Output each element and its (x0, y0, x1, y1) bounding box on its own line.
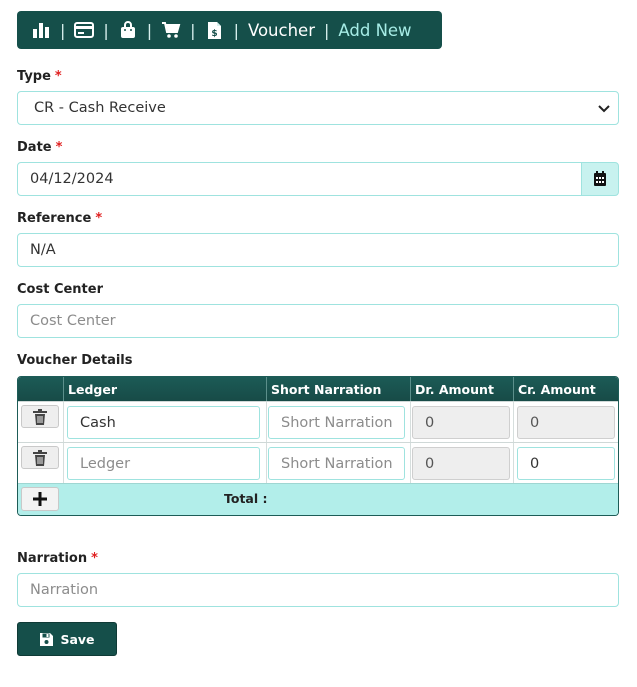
trash-icon (33, 449, 47, 466)
dr-amount-input: 0 (412, 406, 510, 439)
save-button-label: Save (60, 631, 95, 647)
narration-input[interactable]: Narration (17, 573, 619, 607)
short-narration-input[interactable]: Short Narration (268, 406, 405, 439)
type-label: Type * (17, 69, 62, 84)
narration-label: Narration * (17, 551, 98, 566)
type-select[interactable]: CR - Cash Receive (17, 91, 619, 125)
nav-separator: | (233, 20, 239, 40)
chevron-down-icon (598, 105, 610, 113)
shopping-bag-icon[interactable] (118, 20, 138, 40)
trash-icon (33, 408, 47, 425)
column-header-ledger: Ledger (63, 377, 266, 401)
top-nav-bar: | | | | $ | Voucher | Add New (17, 11, 442, 49)
nav-separator: | (60, 20, 66, 40)
floppy-disk-icon (40, 632, 54, 646)
total-label: Total : (224, 491, 268, 506)
add-row-button[interactable] (21, 487, 59, 511)
nav-separator: | (323, 20, 330, 40)
plus-icon (33, 492, 47, 506)
type-select-value: CR - Cash Receive (34, 100, 166, 116)
ledger-input[interactable]: Ledger (67, 447, 260, 480)
credit-card-icon[interactable] (74, 20, 95, 40)
voucher-details-label: Voucher Details (17, 353, 133, 368)
nav-separator: | (103, 20, 109, 40)
table-header: Ledger Short Narration Dr. Amount Cr. Am… (18, 377, 618, 401)
calendar-icon (594, 171, 606, 186)
column-header-dr-amount: Dr. Amount (410, 377, 513, 401)
table-footer: Total : (18, 483, 618, 515)
cost-center-label: Cost Center (17, 282, 104, 297)
svg-text:$: $ (211, 29, 217, 39)
breadcrumb-add-new[interactable]: Add New (338, 21, 411, 40)
short-narration-input[interactable]: Short Narration (268, 447, 405, 480)
bar-chart-icon[interactable] (31, 20, 51, 40)
calendar-button[interactable] (581, 162, 619, 196)
delete-row-button[interactable] (21, 446, 59, 469)
table-row: Cash Short Narration 0 0 (18, 401, 618, 443)
shopping-cart-icon[interactable] (161, 20, 181, 40)
column-header-cr-amount: Cr. Amount (513, 377, 618, 401)
voucher-details-table: Ledger Short Narration Dr. Amount Cr. Am… (17, 376, 619, 516)
table-row: Ledger Short Narration 0 0 (18, 442, 618, 484)
save-button[interactable]: Save (17, 622, 117, 656)
invoice-icon[interactable]: $ (205, 20, 225, 40)
cost-center-input[interactable]: Cost Center (17, 304, 619, 338)
nav-separator: | (190, 20, 196, 40)
cr-amount-input[interactable]: 0 (517, 447, 615, 480)
date-input[interactable]: 04/12/2024 (17, 162, 582, 196)
reference-label: Reference * (17, 211, 103, 226)
ledger-input[interactable]: Cash (67, 406, 260, 439)
column-header-short-narration: Short Narration (266, 377, 410, 401)
cr-amount-input: 0 (517, 406, 615, 439)
reference-input[interactable]: N/A (17, 233, 619, 267)
delete-row-button[interactable] (21, 405, 59, 428)
breadcrumb-voucher[interactable]: Voucher (248, 21, 315, 40)
nav-separator: | (146, 20, 153, 40)
date-label: Date * (17, 140, 63, 155)
dr-amount-input: 0 (412, 447, 510, 480)
